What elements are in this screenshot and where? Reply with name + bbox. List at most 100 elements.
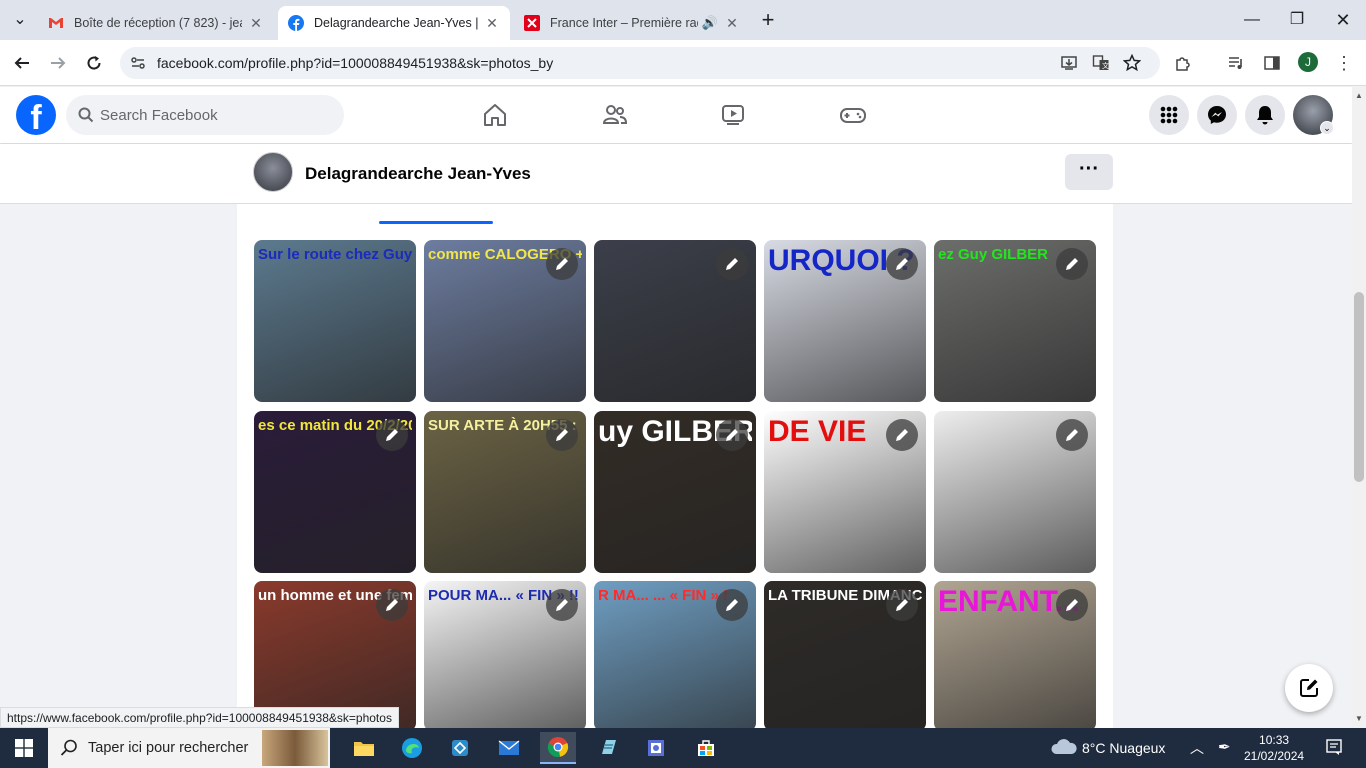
- photo-thumbnail[interactable]: URQUOI ?: [764, 240, 926, 402]
- tab-france-inter[interactable]: France Inter – Première radi 🔊 ✕: [514, 6, 750, 40]
- mail-icon[interactable]: [491, 732, 527, 764]
- new-message-button[interactable]: [1285, 664, 1333, 712]
- pen-workspace-icon[interactable]: ✒: [1218, 738, 1231, 756]
- chrome-icon[interactable]: [540, 732, 576, 764]
- extensions-puzzle-icon[interactable]: [1170, 50, 1196, 76]
- file-explorer-icon[interactable]: [346, 732, 382, 764]
- edit-pencil-icon[interactable]: [1056, 589, 1088, 621]
- window-close-icon[interactable]: ✕: [1331, 8, 1355, 32]
- edit-pencil-icon[interactable]: [886, 248, 918, 280]
- close-icon[interactable]: ✕: [724, 15, 740, 32]
- chrome-menu-icon[interactable]: ⋮: [1331, 50, 1357, 76]
- clock-time: 10:33: [1259, 733, 1290, 747]
- photo-thumbnail[interactable]: LA TRIBUNE DIMANCHE: [764, 581, 926, 731]
- network-app-icon[interactable]: [442, 732, 478, 764]
- tab-title: Delagrandearche Jean-Yves | Fa: [314, 16, 478, 30]
- taskbar-search[interactable]: Taper ici pour rechercher: [48, 728, 330, 768]
- gmail-icon: [49, 18, 63, 28]
- word-app-icon[interactable]: [638, 732, 674, 764]
- edit-pencil-icon[interactable]: [716, 248, 748, 280]
- facebook-search[interactable]: [66, 95, 344, 135]
- chrome-profile-avatar[interactable]: J: [1298, 52, 1318, 72]
- tab-search-chevron-icon[interactable]: ⌄: [8, 8, 32, 32]
- profile-sticky-header: Delagrandearche Jean-Yves ···: [0, 144, 1352, 204]
- photo-thumbnail[interactable]: R MA... ... « FIN » !: [594, 581, 756, 731]
- browser-tab-strip: ⌄ Boîte de réception (7 823) - jean ✕ De…: [0, 0, 1366, 40]
- edit-pencil-icon[interactable]: [376, 419, 408, 451]
- notifications-bell-icon[interactable]: [1245, 95, 1285, 135]
- photo-thumbnail[interactable]: es ce matin du 20/2/2024 dans cette inte…: [254, 411, 416, 573]
- facebook-logo[interactable]: f: [16, 95, 56, 135]
- edit-pencil-icon[interactable]: [1056, 419, 1088, 451]
- reload-icon[interactable]: [81, 50, 107, 76]
- back-arrow-icon[interactable]: [9, 50, 35, 76]
- photo-thumbnail[interactable]: comme CALOGERO + CLARI: [424, 240, 586, 402]
- address-bar[interactable]: facebook.com/profile.php?id=100008849451…: [120, 47, 1160, 79]
- close-icon[interactable]: ✕: [248, 15, 264, 32]
- side-panel-icon[interactable]: [1259, 50, 1285, 76]
- weather-text[interactable]: 8°C Nuageux: [1082, 740, 1165, 756]
- install-app-icon[interactable]: [1056, 50, 1082, 76]
- scroll-down-arrow-icon[interactable]: ▼: [1355, 714, 1363, 723]
- watch-video-icon[interactable]: [717, 99, 749, 131]
- minimize-icon[interactable]: —: [1240, 8, 1264, 32]
- translate-icon[interactable]: 文: [1088, 50, 1114, 76]
- photo-thumbnail[interactable]: ENFANT...: [934, 581, 1096, 731]
- browser-toolbar: facebook.com/profile.php?id=100008849451…: [0, 40, 1366, 86]
- active-tab-indicator: [379, 221, 493, 224]
- search-highlight-illustration: [262, 730, 328, 766]
- profile-name[interactable]: Delagrandearche Jean-Yves: [305, 164, 531, 184]
- photo-thumbnail[interactable]: SUR ARTE À 20H55 :: [424, 411, 586, 573]
- edit-pencil-icon[interactable]: [546, 248, 578, 280]
- search-input[interactable]: [100, 95, 330, 135]
- more-options-button[interactable]: ···: [1065, 154, 1113, 190]
- gaming-icon[interactable]: [837, 99, 869, 131]
- link-status-bubble: https://www.facebook.com/profile.php?id=…: [0, 707, 399, 728]
- show-hidden-icons-chevron-icon[interactable]: ︿: [1190, 738, 1204, 758]
- edge-browser-icon[interactable]: [394, 732, 430, 764]
- media-control-icon[interactable]: [1223, 50, 1249, 76]
- scrollbar-thumb[interactable]: [1354, 292, 1364, 482]
- account-chevron-down-icon[interactable]: ⌄: [1320, 121, 1334, 135]
- menu-grid-icon[interactable]: [1149, 95, 1189, 135]
- close-icon[interactable]: ✕: [484, 15, 500, 32]
- bookmark-star-icon[interactable]: [1119, 50, 1145, 76]
- messenger-icon[interactable]: [1197, 95, 1237, 135]
- taskbar-search-placeholder: Taper ici pour rechercher: [88, 740, 249, 756]
- photo-thumbnail[interactable]: [934, 411, 1096, 573]
- tab-title: France Inter – Première radi: [550, 16, 698, 30]
- edit-pencil-icon[interactable]: [886, 419, 918, 451]
- clock-date: 21/02/2024: [1244, 749, 1305, 763]
- photo-thumbnail[interactable]: uy GILBERT :: [594, 411, 756, 573]
- notification-center-icon[interactable]: [1325, 738, 1343, 761]
- store-icon[interactable]: [688, 732, 724, 764]
- photo-thumbnail[interactable]: [594, 240, 756, 402]
- edit-pencil-icon[interactable]: [716, 419, 748, 451]
- forward-arrow-icon[interactable]: [45, 50, 71, 76]
- edit-pencil-icon[interactable]: [886, 589, 918, 621]
- edit-pencil-icon[interactable]: [716, 589, 748, 621]
- photo-thumbnail[interactable]: ez Guy GILBER: [934, 240, 1096, 402]
- new-tab-plus-icon[interactable]: +: [756, 8, 780, 32]
- tab-gmail[interactable]: Boîte de réception (7 823) - jean ✕: [38, 6, 274, 40]
- photo-thumbnail[interactable]: POUR MA... « FIN » !!: [424, 581, 586, 731]
- system-clock[interactable]: 10:33 21/02/2024: [1244, 732, 1304, 764]
- edit-pencil-icon[interactable]: [1056, 248, 1088, 280]
- photo-thumbnail[interactable]: DE VIE: [764, 411, 926, 573]
- edit-pencil-icon[interactable]: [546, 419, 578, 451]
- france-inter-icon: [524, 15, 540, 31]
- notepad-icon[interactable]: [590, 732, 626, 764]
- site-info-icon[interactable]: [130, 55, 146, 71]
- scroll-up-arrow-icon[interactable]: ▲: [1355, 91, 1363, 100]
- speaker-icon[interactable]: 🔊: [702, 15, 718, 31]
- home-icon[interactable]: [479, 99, 511, 131]
- friends-icon[interactable]: [599, 99, 631, 131]
- edit-pencil-icon[interactable]: [546, 589, 578, 621]
- page-scrollbar[interactable]: ▲ ▼: [1352, 87, 1366, 728]
- windows-start-icon[interactable]: [6, 732, 42, 764]
- photo-thumbnail[interactable]: Sur le route chez Guy GIL: [254, 240, 416, 402]
- edit-pencil-icon[interactable]: [376, 589, 408, 621]
- profile-avatar[interactable]: [253, 152, 293, 192]
- maximize-icon[interactable]: ❐: [1285, 8, 1309, 32]
- tab-facebook[interactable]: Delagrandearche Jean-Yves | Fa ✕: [278, 6, 510, 40]
